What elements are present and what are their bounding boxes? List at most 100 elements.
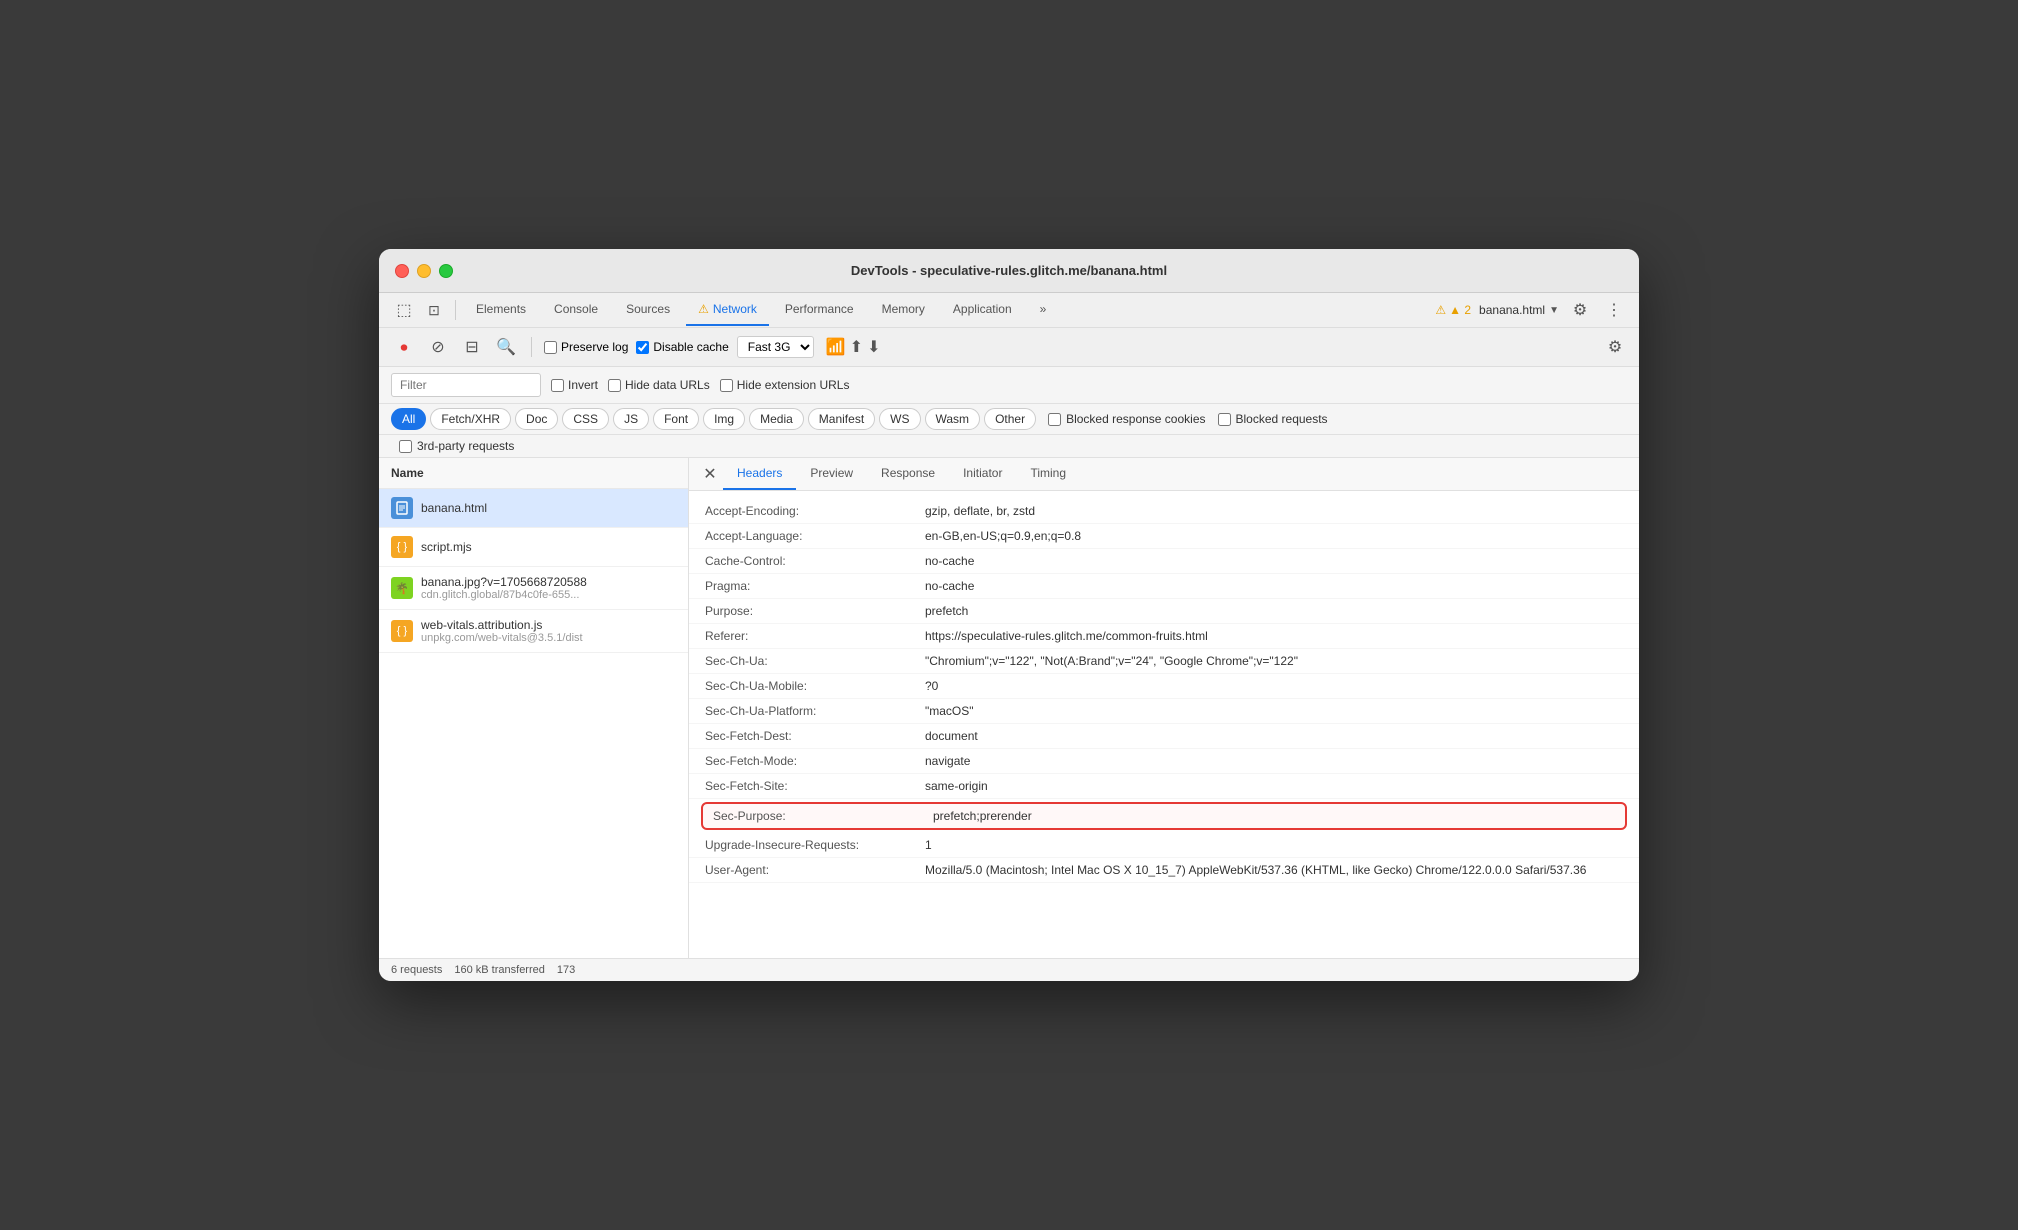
- upload-icon[interactable]: ⬆: [850, 337, 863, 357]
- header-name: Cache-Control:: [705, 554, 925, 568]
- blocked-requests-input[interactable]: [1218, 413, 1231, 426]
- hide-data-urls-label: Hide data URLs: [625, 378, 710, 392]
- hide-extension-urls-label: Hide extension URLs: [737, 378, 850, 392]
- file-name-script-mjs: script.mjs: [421, 540, 676, 554]
- disable-cache-checkbox[interactable]: Disable cache: [636, 340, 728, 354]
- maximize-button[interactable]: [439, 264, 453, 278]
- file-item-banana-html[interactable]: banana.html: [379, 489, 688, 528]
- header-row-sec-ch-ua-platform: Sec-Ch-Ua-Platform: "macOS": [689, 699, 1639, 724]
- tab-application[interactable]: Application: [941, 294, 1024, 326]
- separator: [455, 300, 456, 320]
- header-name: User-Agent:: [705, 863, 925, 877]
- disable-cache-input[interactable]: [636, 341, 649, 354]
- detail-close-button[interactable]: ✕: [697, 461, 723, 487]
- record-stop-icon[interactable]: ⏺: [391, 334, 417, 360]
- hide-extension-urls-input[interactable]: [720, 379, 733, 392]
- clear-icon[interactable]: ⊘: [425, 334, 451, 360]
- header-value: navigate: [925, 754, 1623, 768]
- other-stat: 173: [557, 964, 575, 976]
- wifi-icon[interactable]: 📶: [826, 337, 846, 357]
- filter-img[interactable]: Img: [703, 408, 745, 430]
- header-value: 1: [925, 838, 1623, 852]
- download-icon[interactable]: ⬇: [867, 337, 880, 357]
- invert-label: Invert: [568, 378, 598, 392]
- detail-tab-initiator[interactable]: Initiator: [949, 458, 1016, 490]
- filter-wasm[interactable]: Wasm: [925, 408, 981, 430]
- file-item-script-mjs[interactable]: { } script.mjs: [379, 528, 688, 567]
- search-icon[interactable]: 🔍: [493, 334, 519, 360]
- filter-ws[interactable]: WS: [879, 408, 920, 430]
- js-file-icon-script: { }: [391, 536, 413, 558]
- throttle-select[interactable]: Fast 3G: [737, 336, 814, 358]
- invert-input[interactable]: [551, 379, 564, 392]
- preserve-log-checkbox[interactable]: Preserve log: [544, 340, 628, 354]
- tab-network-label: Network: [713, 302, 757, 316]
- requests-count: 6 requests: [391, 964, 442, 976]
- filter-font[interactable]: Font: [653, 408, 699, 430]
- header-row-sec-ch-ua: Sec-Ch-Ua: "Chromium";v="122", "Not(A:Br…: [689, 649, 1639, 674]
- header-row-cache-control: Cache-Control: no-cache: [689, 549, 1639, 574]
- header-row-pragma: Pragma: no-cache: [689, 574, 1639, 599]
- filter-input[interactable]: [391, 373, 541, 397]
- tab-console[interactable]: Console: [542, 294, 610, 326]
- detail-tab-response[interactable]: Response: [867, 458, 949, 490]
- settings-icon[interactable]: ⚙: [1567, 297, 1593, 323]
- main-tab-bar: ⬚ ⊡ Elements Console Sources ⚠ Network P…: [379, 293, 1639, 328]
- third-party-checkbox[interactable]: 3rd-party requests: [399, 439, 1627, 453]
- tab-sources[interactable]: Sources: [614, 294, 682, 326]
- blocked-response-cookies-checkbox[interactable]: Blocked response cookies: [1048, 412, 1205, 426]
- header-name: Pragma:: [705, 579, 925, 593]
- filter-fetch-xhr[interactable]: Fetch/XHR: [430, 408, 511, 430]
- minimize-button[interactable]: [417, 264, 431, 278]
- window-title: DevTools - speculative-rules.glitch.me/b…: [851, 263, 1167, 278]
- more-options-icon[interactable]: ⋮: [1601, 297, 1627, 323]
- preserve-log-input[interactable]: [544, 341, 557, 354]
- blocked-requests-checkbox[interactable]: Blocked requests: [1218, 412, 1328, 426]
- detail-tab-timing[interactable]: Timing: [1016, 458, 1080, 490]
- close-button[interactable]: [395, 264, 409, 278]
- detail-tab-headers[interactable]: Headers: [723, 458, 796, 490]
- tab-memory[interactable]: Memory: [870, 294, 937, 326]
- filter-all[interactable]: All: [391, 408, 426, 430]
- header-row-referer: Referer: https://speculative-rules.glitc…: [689, 624, 1639, 649]
- main-content: Name banana.html { } script.mj: [379, 458, 1639, 958]
- filter-doc[interactable]: Doc: [515, 408, 558, 430]
- filter-js[interactable]: JS: [613, 408, 649, 430]
- detail-tab-preview[interactable]: Preview: [796, 458, 867, 490]
- tab-more[interactable]: »: [1028, 294, 1059, 326]
- filter-css[interactable]: CSS: [562, 408, 609, 430]
- warning-badge: ⚠ ▲ 2: [1435, 303, 1471, 317]
- header-name: Accept-Encoding:: [705, 504, 925, 518]
- third-party-input[interactable]: [399, 440, 412, 453]
- header-value: "macOS": [925, 704, 1623, 718]
- transferred-size: 160 kB transferred: [454, 964, 545, 976]
- header-name: Sec-Ch-Ua:: [705, 654, 925, 668]
- tab-network[interactable]: ⚠ Network: [686, 294, 769, 326]
- header-value: "Chromium";v="122", "Not(A:Brand";v="24"…: [925, 654, 1623, 668]
- tab-performance[interactable]: Performance: [773, 294, 866, 326]
- file-list-header: Name: [379, 458, 688, 489]
- file-list: Name banana.html { } script.mj: [379, 458, 689, 958]
- header-name: Purpose:: [705, 604, 925, 618]
- header-name: Referer:: [705, 629, 925, 643]
- header-value: Mozilla/5.0 (Macintosh; Intel Mac OS X 1…: [925, 863, 1623, 877]
- filter-media[interactable]: Media: [749, 408, 804, 430]
- throttle-controls: 📶 ⬆ ⬇: [826, 337, 881, 357]
- file-item-web-vitals[interactable]: { } web-vitals.attribution.js unpkg.com/…: [379, 610, 688, 653]
- hide-data-urls-checkbox[interactable]: Hide data URLs: [608, 378, 710, 392]
- invert-checkbox[interactable]: Invert: [551, 378, 598, 392]
- filter-manifest[interactable]: Manifest: [808, 408, 875, 430]
- hide-data-urls-input[interactable]: [608, 379, 621, 392]
- network-settings-icon[interactable]: ⚙: [1603, 335, 1627, 359]
- filter-icon[interactable]: ⊟: [459, 334, 485, 360]
- header-row-upgrade-insecure: Upgrade-Insecure-Requests: 1: [689, 833, 1639, 858]
- tab-elements[interactable]: Elements: [464, 294, 538, 326]
- device-icon[interactable]: ⊡: [421, 297, 447, 323]
- hide-extension-urls-checkbox[interactable]: Hide extension URLs: [720, 378, 850, 392]
- current-page-dropdown[interactable]: banana.html ▼: [1479, 303, 1559, 317]
- file-item-banana-jpg[interactable]: 🌴 banana.jpg?v=1705668720588 cdn.glitch.…: [379, 567, 688, 610]
- filter-other[interactable]: Other: [984, 408, 1036, 430]
- blocked-response-cookies-input[interactable]: [1048, 413, 1061, 426]
- file-name-web-vitals: web-vitals.attribution.js: [421, 618, 676, 632]
- cursor-icon[interactable]: ⬚: [391, 297, 417, 323]
